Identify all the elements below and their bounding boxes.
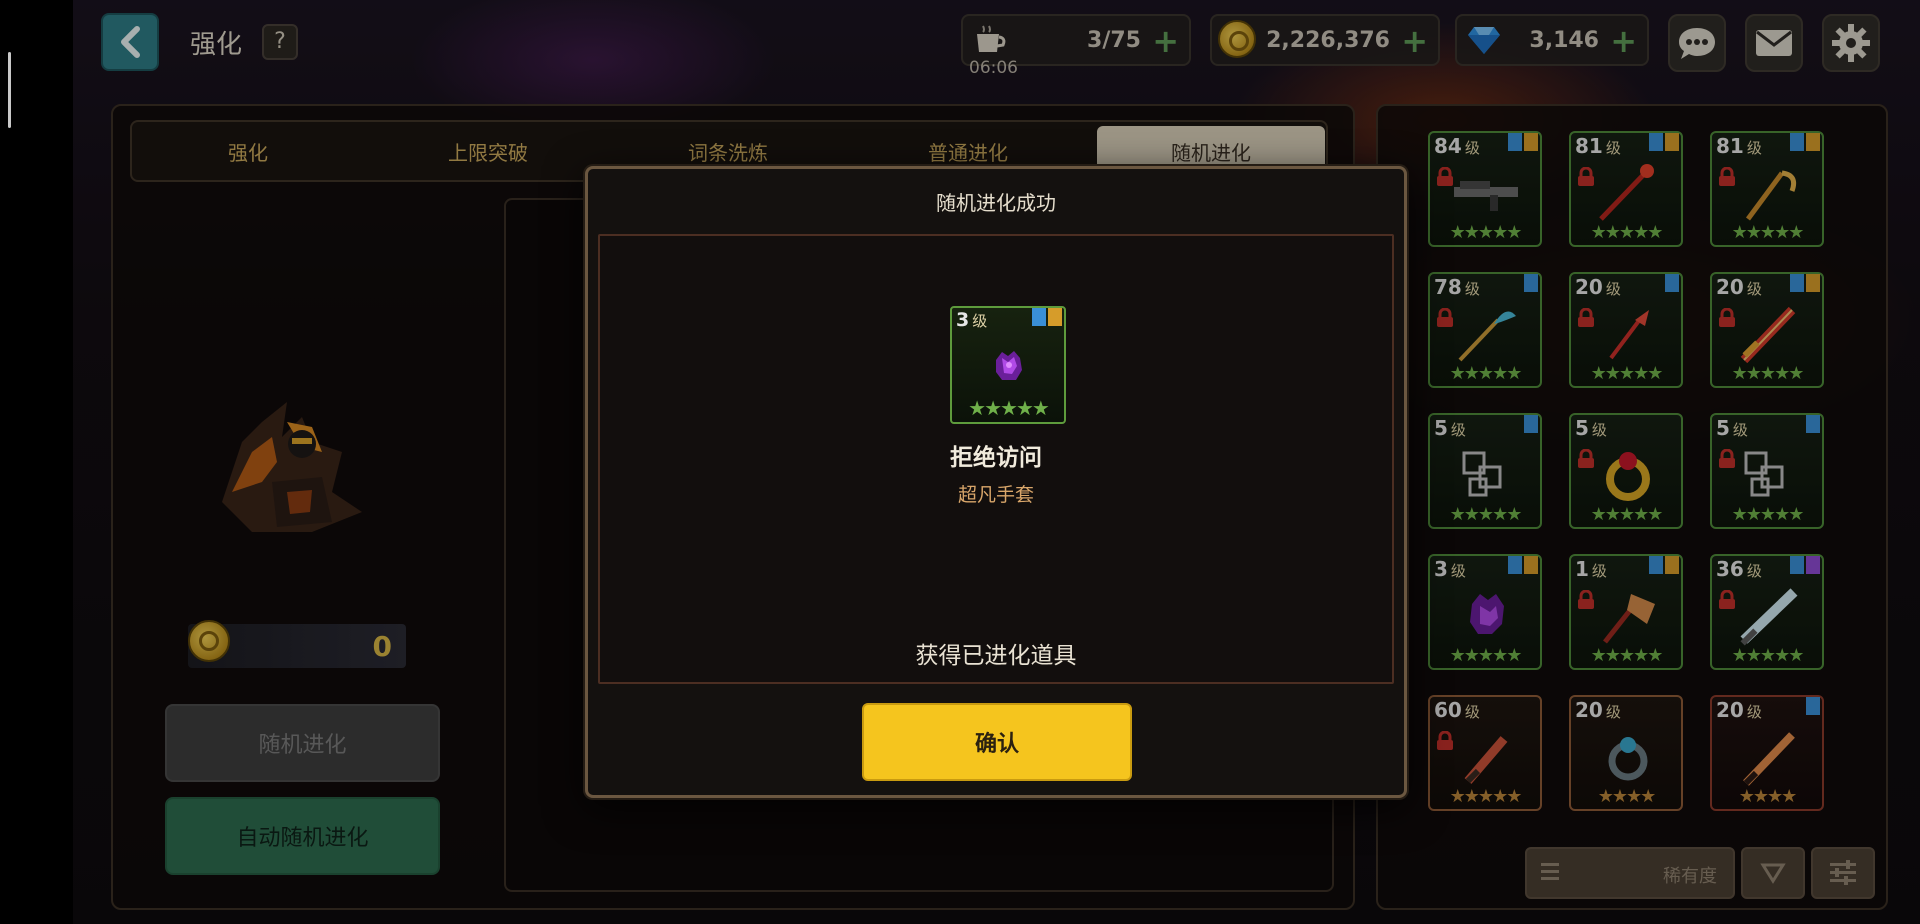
- dialog-title: 随机进化成功: [936, 191, 1056, 215]
- screen-notch-area: [0, 0, 73, 924]
- dialog-body: 3级 ★★★★★ 拒绝访问 超凡手套 获得已进化道具: [598, 234, 1394, 684]
- reward-item-card[interactable]: 3级 ★★★★★: [950, 306, 1066, 424]
- bookmark-blue-icon: [1032, 308, 1046, 326]
- bookmark-gold-icon: [1048, 308, 1062, 326]
- evolve-success-dialog: 随机进化成功 3级 ★★★★★ 拒绝访问 超凡手套 获得已进化道具 确认: [585, 166, 1407, 798]
- confirm-button[interactable]: 确认: [862, 703, 1132, 781]
- reward-item-type: 超凡手套: [957, 484, 1034, 506]
- glove-icon: [996, 351, 1022, 380]
- reward-item-name: 拒绝访问: [950, 445, 1042, 471]
- reward-message: 获得已进化道具: [915, 643, 1077, 669]
- reward-item-level: 3级: [956, 309, 988, 331]
- reward-item-stars: ★★★★★: [968, 396, 1050, 420]
- status-indicator: [8, 52, 11, 128]
